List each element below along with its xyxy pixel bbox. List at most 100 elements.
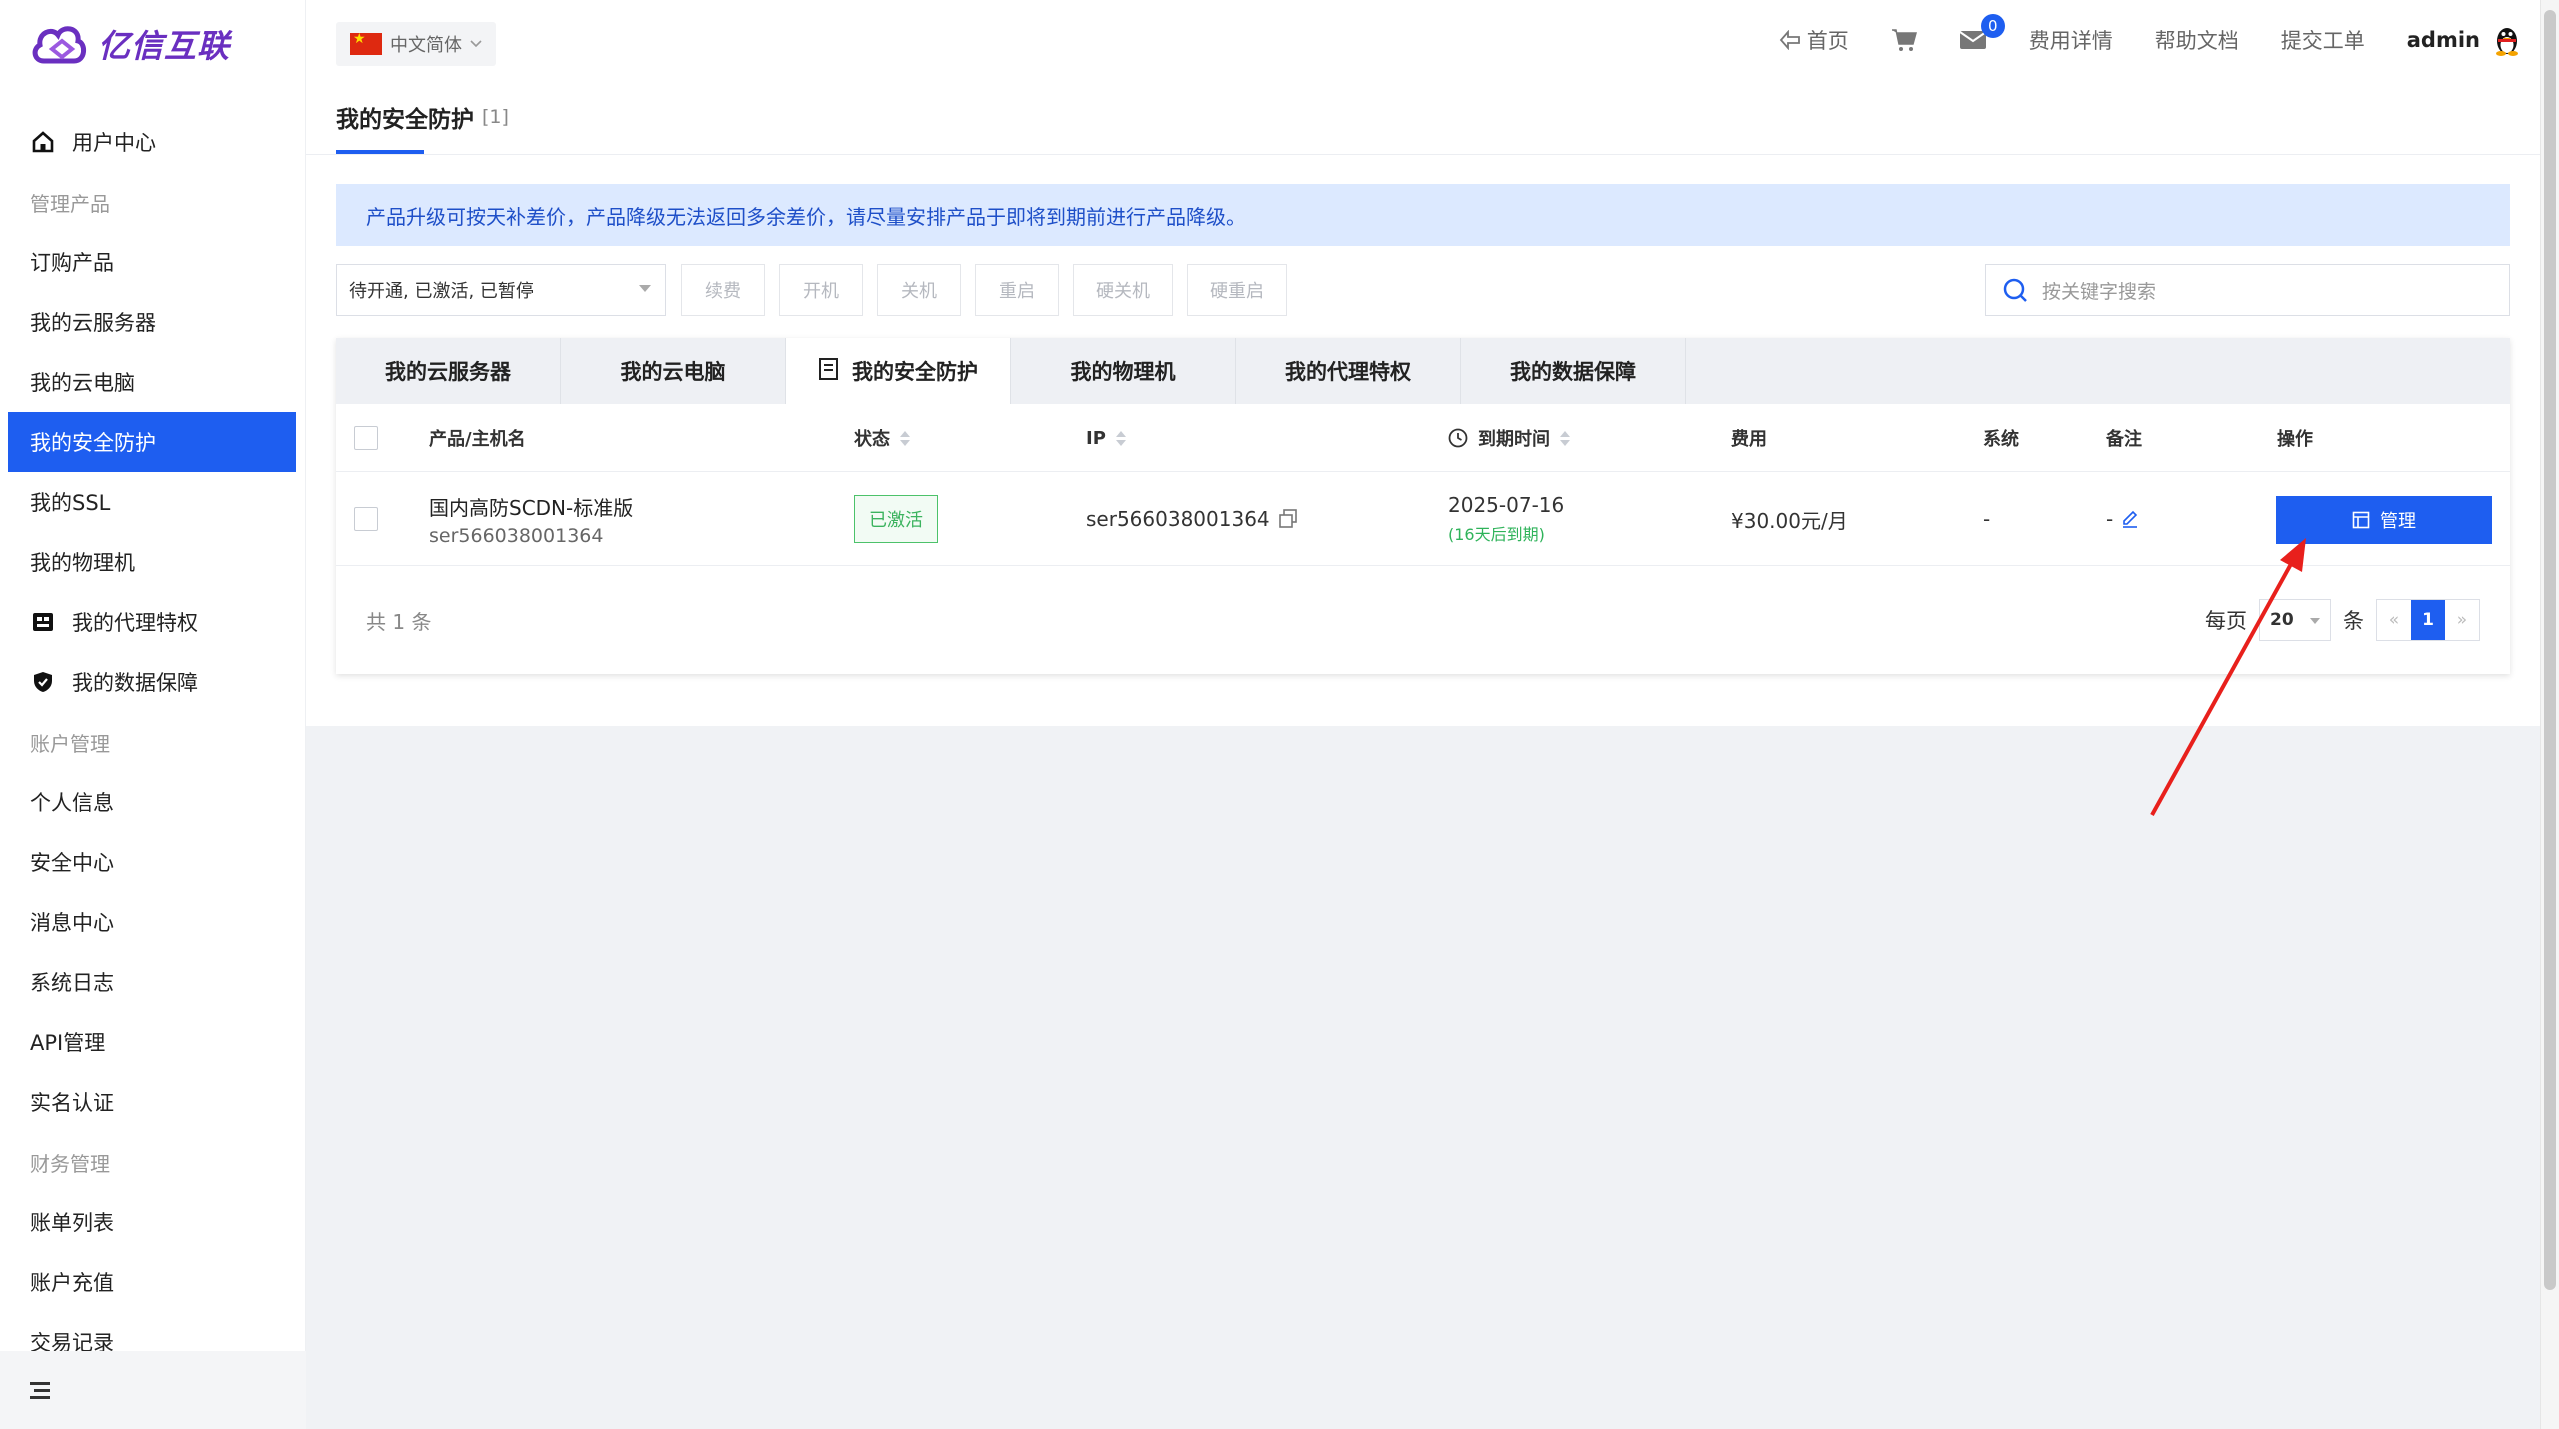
cell-note: - bbox=[2106, 472, 2139, 566]
copy-icon[interactable] bbox=[1278, 509, 1298, 529]
sidebar-item[interactable]: 我的安全防护 bbox=[8, 412, 296, 472]
sidebar-item-label: 订购产品 bbox=[30, 251, 114, 275]
language-switcher[interactable]: 中文简体 bbox=[336, 22, 496, 66]
sidebar-item[interactable]: 我的数据保障 bbox=[0, 652, 306, 712]
sidebar-item-label: 管理产品 bbox=[30, 191, 110, 216]
sidebar-item[interactable]: 消息中心 bbox=[0, 892, 306, 952]
sidebar-item-label: 账户充值 bbox=[30, 1271, 114, 1295]
next-page-button[interactable]: » bbox=[2445, 600, 2479, 640]
hard-reboot-button[interactable]: 硬重启 bbox=[1187, 264, 1287, 316]
manage-icon bbox=[2352, 511, 2370, 529]
sidebar-item[interactable]: 账户充值 bbox=[0, 1252, 306, 1312]
th-note: 备注 bbox=[2106, 404, 2142, 472]
per-page-select[interactable]: 20 bbox=[2259, 599, 2331, 641]
product-tabs: 我的云服务器 我的云电脑 我的安全防护 我的物理机 我的代理特权 我的数据保障 bbox=[336, 338, 2510, 404]
penguin-avatar-icon bbox=[2496, 28, 2518, 56]
th-note-label: 备注 bbox=[2106, 429, 2142, 450]
tab-item[interactable]: 我的云电脑 bbox=[561, 338, 786, 404]
sidebar-item[interactable]: 我的SSL bbox=[0, 472, 306, 532]
sidebar: 亿信互联 用户中心管理产品订购产品我的云服务器 我的云电脑 我的安全防护我的SSL 我… bbox=[0, 0, 306, 1429]
cell-ip: ser566038001364 bbox=[1086, 472, 1298, 566]
billing-link[interactable]: 费用详情 bbox=[2029, 25, 2113, 55]
note-value: - bbox=[2106, 507, 2114, 531]
sidebar-item[interactable]: 账单列表 bbox=[0, 1192, 306, 1252]
th-status-label: 状态 bbox=[854, 429, 890, 450]
status-filter-value: 待开通, 已激活, 已暂停 bbox=[349, 281, 534, 302]
caret-down-icon bbox=[2310, 618, 2320, 624]
sidebar-group-label: 账户管理 bbox=[0, 712, 306, 772]
th-expire[interactable]: 到期时间 bbox=[1448, 404, 1570, 472]
power-on-button[interactable]: 开机 bbox=[779, 264, 863, 316]
sidebar-item-label: 个人信息 bbox=[30, 791, 114, 815]
host-name: ser566038001364 bbox=[429, 524, 604, 547]
sidebar-item-label: 实名认证 bbox=[30, 1091, 114, 1115]
mail-button[interactable]: 0 bbox=[1959, 14, 2005, 50]
manage-button[interactable]: 管理 bbox=[2276, 496, 2492, 544]
th-ip[interactable]: IP bbox=[1086, 404, 1126, 472]
status-filter-select[interactable]: 待开通, 已激活, 已暂停 bbox=[336, 264, 666, 316]
sidebar-item-label: 系统日志 bbox=[30, 971, 114, 995]
page-buttons: « 1 » bbox=[2376, 599, 2480, 641]
page-title-row: 我的安全防护 [1] bbox=[336, 80, 509, 154]
scrollbar-thumb[interactable] bbox=[2544, 10, 2556, 1290]
sidebar-item[interactable]: 我的云电脑 bbox=[0, 352, 306, 412]
sidebar-item[interactable]: 安全中心 bbox=[0, 832, 306, 892]
sidebar-collapse-button[interactable] bbox=[0, 1351, 306, 1429]
select-all-checkbox[interactable] bbox=[354, 426, 378, 450]
home-link[interactable]: 首页 bbox=[1779, 25, 1849, 55]
system-value: - bbox=[1983, 507, 1991, 531]
document-icon bbox=[818, 357, 840, 386]
renew-button[interactable]: 续费 bbox=[681, 264, 765, 316]
per-page-label: 每页 bbox=[2205, 609, 2247, 633]
reboot-button[interactable]: 重启 bbox=[975, 264, 1059, 316]
sidebar-item[interactable]: 实名认证 bbox=[0, 1072, 306, 1132]
sidebar-item[interactable]: 订购产品 bbox=[0, 232, 306, 292]
tab-label: 我的安全防护 bbox=[852, 360, 978, 384]
th-system-label: 系统 bbox=[1983, 429, 2019, 450]
fee-value: ¥30.00元/月 bbox=[1731, 508, 1848, 533]
sidebar-item[interactable]: 我的物理机 bbox=[0, 532, 306, 592]
tab-item[interactable]: 我的云服务器 bbox=[336, 338, 561, 404]
page-scrollbar[interactable] bbox=[2540, 0, 2559, 1429]
power-off-button[interactable]: 关机 bbox=[877, 264, 961, 316]
search-input[interactable]: 按关键字搜索 bbox=[1985, 264, 2510, 316]
submit-ticket-link[interactable]: 提交工单 bbox=[2281, 25, 2365, 55]
cart-button[interactable] bbox=[1891, 28, 1917, 52]
sidebar-item[interactable]: 用户中心 bbox=[0, 112, 306, 172]
prev-page-button[interactable]: « bbox=[2377, 600, 2411, 640]
clock-icon bbox=[1448, 428, 1468, 448]
edit-pencil-icon[interactable] bbox=[2121, 510, 2139, 528]
th-expire-label: 到期时间 bbox=[1478, 429, 1550, 450]
store-icon bbox=[30, 609, 56, 635]
docs-link[interactable]: 帮助文档 bbox=[2155, 25, 2239, 55]
th-product: 产品/主机名 bbox=[429, 404, 526, 472]
page-1-button[interactable]: 1 bbox=[2411, 600, 2445, 640]
th-ip-label: IP bbox=[1086, 427, 1106, 449]
username: admin bbox=[2406, 28, 2480, 52]
tab-item[interactable]: 我的安全防护 bbox=[786, 338, 1011, 404]
sidebar-item[interactable]: 个人信息 bbox=[0, 772, 306, 832]
tab-label: 我的代理特权 bbox=[1285, 360, 1411, 384]
sidebar-item[interactable]: 系统日志 bbox=[0, 952, 306, 1012]
table-row: 国内高防SCDN-标准版 ser566038001364 已激活 ser5660… bbox=[336, 472, 2510, 566]
china-flag-icon bbox=[350, 31, 382, 55]
brand-name: 亿信互联 bbox=[98, 27, 231, 65]
tab-item[interactable]: 我的物理机 bbox=[1011, 338, 1236, 404]
th-status[interactable]: 状态 bbox=[854, 404, 910, 472]
home-icon bbox=[30, 129, 56, 155]
row-checkbox[interactable] bbox=[354, 507, 378, 531]
product-name[interactable]: 国内高防SCDN-标准版 bbox=[429, 492, 633, 521]
caret-down-icon bbox=[639, 285, 651, 292]
sidebar-item[interactable]: 我的代理特权 bbox=[0, 592, 306, 652]
sidebar-item[interactable]: API管理 bbox=[0, 1012, 306, 1072]
logo[interactable]: 亿信互联 bbox=[30, 14, 230, 74]
sidebar-item[interactable]: 我的云服务器 bbox=[0, 292, 306, 352]
home-label: 首页 bbox=[1806, 29, 1849, 53]
tab-item[interactable]: 我的代理特权 bbox=[1236, 338, 1461, 404]
tab-item[interactable]: 我的数据保障 bbox=[1461, 338, 1686, 404]
sidebar-item-label: 我的SSL bbox=[30, 491, 111, 515]
user-menu[interactable]: admin bbox=[2407, 24, 2520, 56]
hard-power-off-button[interactable]: 硬关机 bbox=[1073, 264, 1173, 316]
manage-label: 管理 bbox=[2380, 511, 2416, 531]
sidebar-group-label: 财务管理 bbox=[0, 1132, 306, 1192]
